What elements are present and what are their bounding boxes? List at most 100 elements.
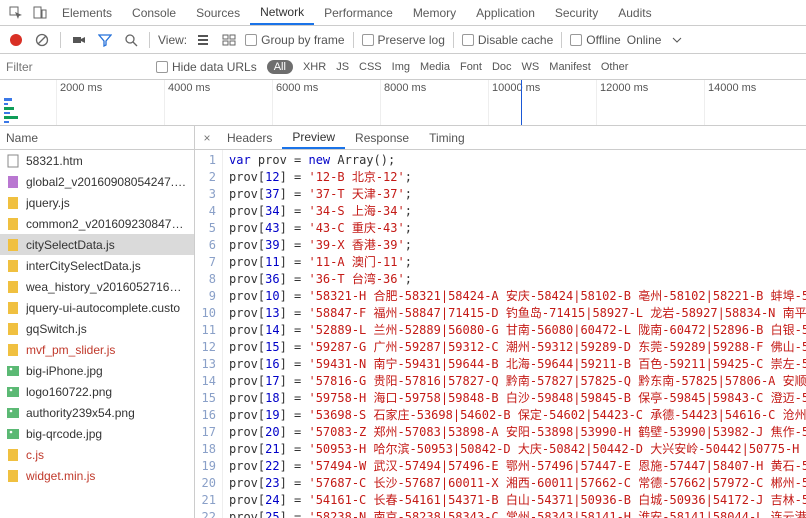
view-list-icon[interactable] bbox=[193, 30, 213, 50]
tab-security[interactable]: Security bbox=[545, 0, 608, 25]
close-icon[interactable]: × bbox=[197, 131, 217, 145]
filter-type-ws[interactable]: WS bbox=[522, 61, 540, 73]
network-toolbar: View: Group by frame Preserve log Disabl… bbox=[0, 26, 806, 54]
group-by-frame-checkbox[interactable]: Group by frame bbox=[245, 33, 344, 47]
request-row[interactable]: wea_history_v201605271626142 bbox=[0, 276, 194, 297]
request-row[interactable]: 58321.htm bbox=[0, 150, 194, 171]
separator bbox=[561, 32, 562, 48]
tab-performance[interactable]: Performance bbox=[314, 0, 403, 25]
file-name: citySelectData.js bbox=[26, 238, 115, 252]
ruler-tick: 4000 ms bbox=[168, 82, 210, 94]
tab-elements[interactable]: Elements bbox=[52, 0, 122, 25]
request-row[interactable]: big-qrcode.jpg bbox=[0, 423, 194, 444]
file-icon bbox=[6, 385, 20, 399]
filter-type-xhr[interactable]: XHR bbox=[303, 61, 326, 73]
tab-console[interactable]: Console bbox=[122, 0, 186, 25]
detail-tab-headers[interactable]: Headers bbox=[217, 126, 282, 149]
file-name: widget.min.js bbox=[26, 469, 95, 483]
separator bbox=[60, 32, 61, 48]
file-name: global2_v20160908054247.css bbox=[26, 175, 188, 189]
filter-type-css[interactable]: CSS bbox=[359, 61, 382, 73]
file-icon bbox=[6, 406, 20, 420]
file-icon bbox=[6, 280, 20, 294]
file-icon bbox=[6, 343, 20, 357]
request-row[interactable]: authority239x54.png bbox=[0, 402, 194, 423]
ruler-tick: 8000 ms bbox=[384, 82, 426, 94]
preserve-log-checkbox[interactable]: Preserve log bbox=[362, 33, 445, 47]
ruler-tick: 12000 ms bbox=[600, 82, 648, 94]
view-frames-icon[interactable] bbox=[219, 30, 239, 50]
file-icon bbox=[6, 175, 20, 189]
request-row[interactable]: widget.min.js bbox=[0, 465, 194, 486]
filter-type-other[interactable]: Other bbox=[601, 61, 629, 73]
main-split: Name 58321.htm global2_v20160908054247.cs… bbox=[0, 126, 806, 518]
request-row[interactable]: mvf_pm_slider.js bbox=[0, 339, 194, 360]
request-row[interactable]: citySelectData.js bbox=[0, 234, 194, 255]
dropdown-icon[interactable] bbox=[667, 30, 687, 50]
filter-type-media[interactable]: Media bbox=[420, 61, 450, 73]
filter-type-js[interactable]: JS bbox=[336, 61, 349, 73]
request-row[interactable]: jquery.js bbox=[0, 192, 194, 213]
detail-tab-response[interactable]: Response bbox=[345, 126, 419, 149]
file-name: common2_v20160923084755.j bbox=[26, 217, 188, 231]
request-row[interactable]: gqSwitch.js bbox=[0, 318, 194, 339]
file-name: c.js bbox=[26, 448, 44, 462]
filter-icon[interactable] bbox=[95, 30, 115, 50]
file-name: 58321.htm bbox=[26, 154, 83, 168]
file-icon bbox=[6, 217, 20, 231]
file-name: interCitySelectData.js bbox=[26, 259, 141, 273]
tab-audits[interactable]: Audits bbox=[608, 0, 661, 25]
tab-memory[interactable]: Memory bbox=[403, 0, 466, 25]
hide-data-urls-checkbox[interactable]: Hide data URLs bbox=[156, 60, 257, 74]
timing-ruler[interactable]: 2000 ms4000 ms6000 ms8000 ms10000 ms1200… bbox=[0, 80, 806, 126]
search-icon[interactable] bbox=[121, 30, 141, 50]
request-row[interactable]: logo160722.png bbox=[0, 381, 194, 402]
tab-network[interactable]: Network bbox=[250, 0, 314, 25]
name-column-header[interactable]: Name bbox=[0, 126, 194, 150]
file-icon bbox=[6, 301, 20, 315]
file-icon bbox=[6, 469, 20, 483]
separator bbox=[353, 32, 354, 48]
file-icon bbox=[6, 154, 20, 168]
separator bbox=[453, 32, 454, 48]
detail-panel: × HeadersPreviewResponseTiming 1 2 3 4 5… bbox=[195, 126, 806, 518]
file-icon bbox=[6, 238, 20, 252]
filter-type-manifest[interactable]: Manifest bbox=[549, 61, 591, 73]
filter-input[interactable] bbox=[6, 60, 146, 74]
request-row[interactable]: jquery-ui-autocomplete.custo bbox=[0, 297, 194, 318]
file-name: mvf_pm_slider.js bbox=[26, 343, 115, 357]
ruler-tick: 6000 ms bbox=[276, 82, 318, 94]
preview-code[interactable]: 1 2 3 4 5 6 7 8 9 10 11 12 13 14 15 16 1… bbox=[195, 150, 806, 518]
request-row[interactable]: c.js bbox=[0, 444, 194, 465]
file-icon bbox=[6, 427, 20, 441]
device-icon[interactable] bbox=[28, 6, 52, 20]
request-row[interactable]: big-iPhone.jpg bbox=[0, 360, 194, 381]
filter-type-font[interactable]: Font bbox=[460, 61, 482, 73]
tab-sources[interactable]: Sources bbox=[186, 0, 250, 25]
file-name: gqSwitch.js bbox=[26, 322, 87, 336]
current-time-marker bbox=[521, 80, 522, 125]
inspect-icon[interactable] bbox=[4, 6, 28, 20]
tab-application[interactable]: Application bbox=[466, 0, 545, 25]
detail-tab-timing[interactable]: Timing bbox=[419, 126, 475, 149]
camera-icon[interactable] bbox=[69, 30, 89, 50]
file-icon bbox=[6, 259, 20, 273]
separator bbox=[149, 32, 150, 48]
filter-type-doc[interactable]: Doc bbox=[492, 61, 512, 73]
filter-bar: Hide data URLs All XHR JS CSS Img Media Font D… bbox=[0, 54, 806, 80]
disable-cache-checkbox[interactable]: Disable cache bbox=[462, 33, 553, 47]
record-button[interactable] bbox=[6, 30, 26, 50]
file-name: jquery.js bbox=[26, 196, 70, 210]
request-row[interactable]: common2_v20160923084755.j bbox=[0, 213, 194, 234]
filter-pill-all[interactable]: All bbox=[267, 60, 293, 74]
detail-tabs: × HeadersPreviewResponseTiming bbox=[195, 126, 806, 150]
offline-checkbox[interactable]: Offline bbox=[570, 33, 620, 47]
filter-type-img[interactable]: Img bbox=[392, 61, 410, 73]
file-name: wea_history_v201605271626142 bbox=[26, 280, 188, 294]
throttling-select[interactable]: Online bbox=[627, 33, 662, 47]
detail-tab-preview[interactable]: Preview bbox=[282, 126, 345, 149]
overview-bars bbox=[0, 96, 40, 125]
request-row[interactable]: interCitySelectData.js bbox=[0, 255, 194, 276]
request-row[interactable]: global2_v20160908054247.css bbox=[0, 171, 194, 192]
clear-icon[interactable] bbox=[32, 30, 52, 50]
